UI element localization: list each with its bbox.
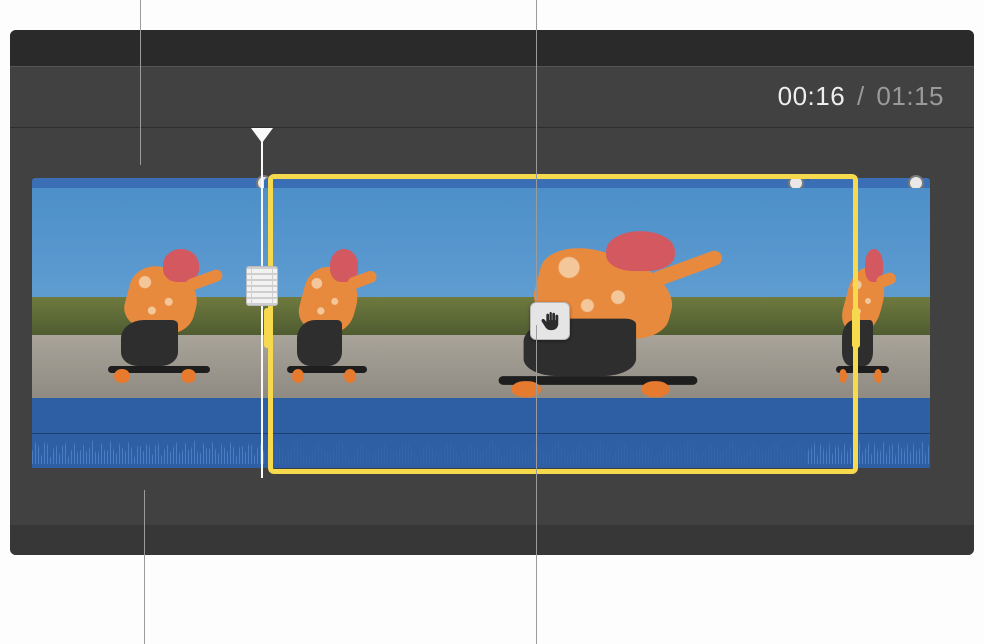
timeline-header: 00:16 / 01:15 [10, 66, 974, 128]
hand-stop-icon [539, 310, 561, 332]
time-separator: / [857, 81, 865, 111]
timeline-editor: 00:16 / 01:15 [10, 30, 974, 555]
toolbar-strip [10, 30, 974, 66]
timeline-track[interactable] [10, 178, 974, 478]
clip-duration: 01:15 [876, 81, 944, 111]
video-clip-post[interactable] [808, 178, 930, 468]
audio-track[interactable] [808, 398, 930, 468]
playhead-time: 00:16 [778, 81, 846, 111]
time-readout: 00:16 / 01:15 [778, 81, 944, 112]
clip-thumbnails [808, 188, 930, 398]
callout-line [140, 0, 141, 165]
selection-trim-handle-right[interactable] [852, 308, 860, 348]
filmstrip-icon [246, 266, 278, 306]
callout-line [536, 325, 537, 644]
editor-footer [10, 525, 974, 555]
callout-line [144, 490, 145, 644]
speed-bar[interactable] [32, 178, 264, 188]
callout-line [536, 0, 537, 300]
video-clip-pre[interactable] [32, 178, 264, 468]
selection-trim-handle-left[interactable] [264, 308, 272, 348]
clip-thumbnails [32, 188, 264, 398]
audio-track[interactable] [32, 398, 264, 468]
